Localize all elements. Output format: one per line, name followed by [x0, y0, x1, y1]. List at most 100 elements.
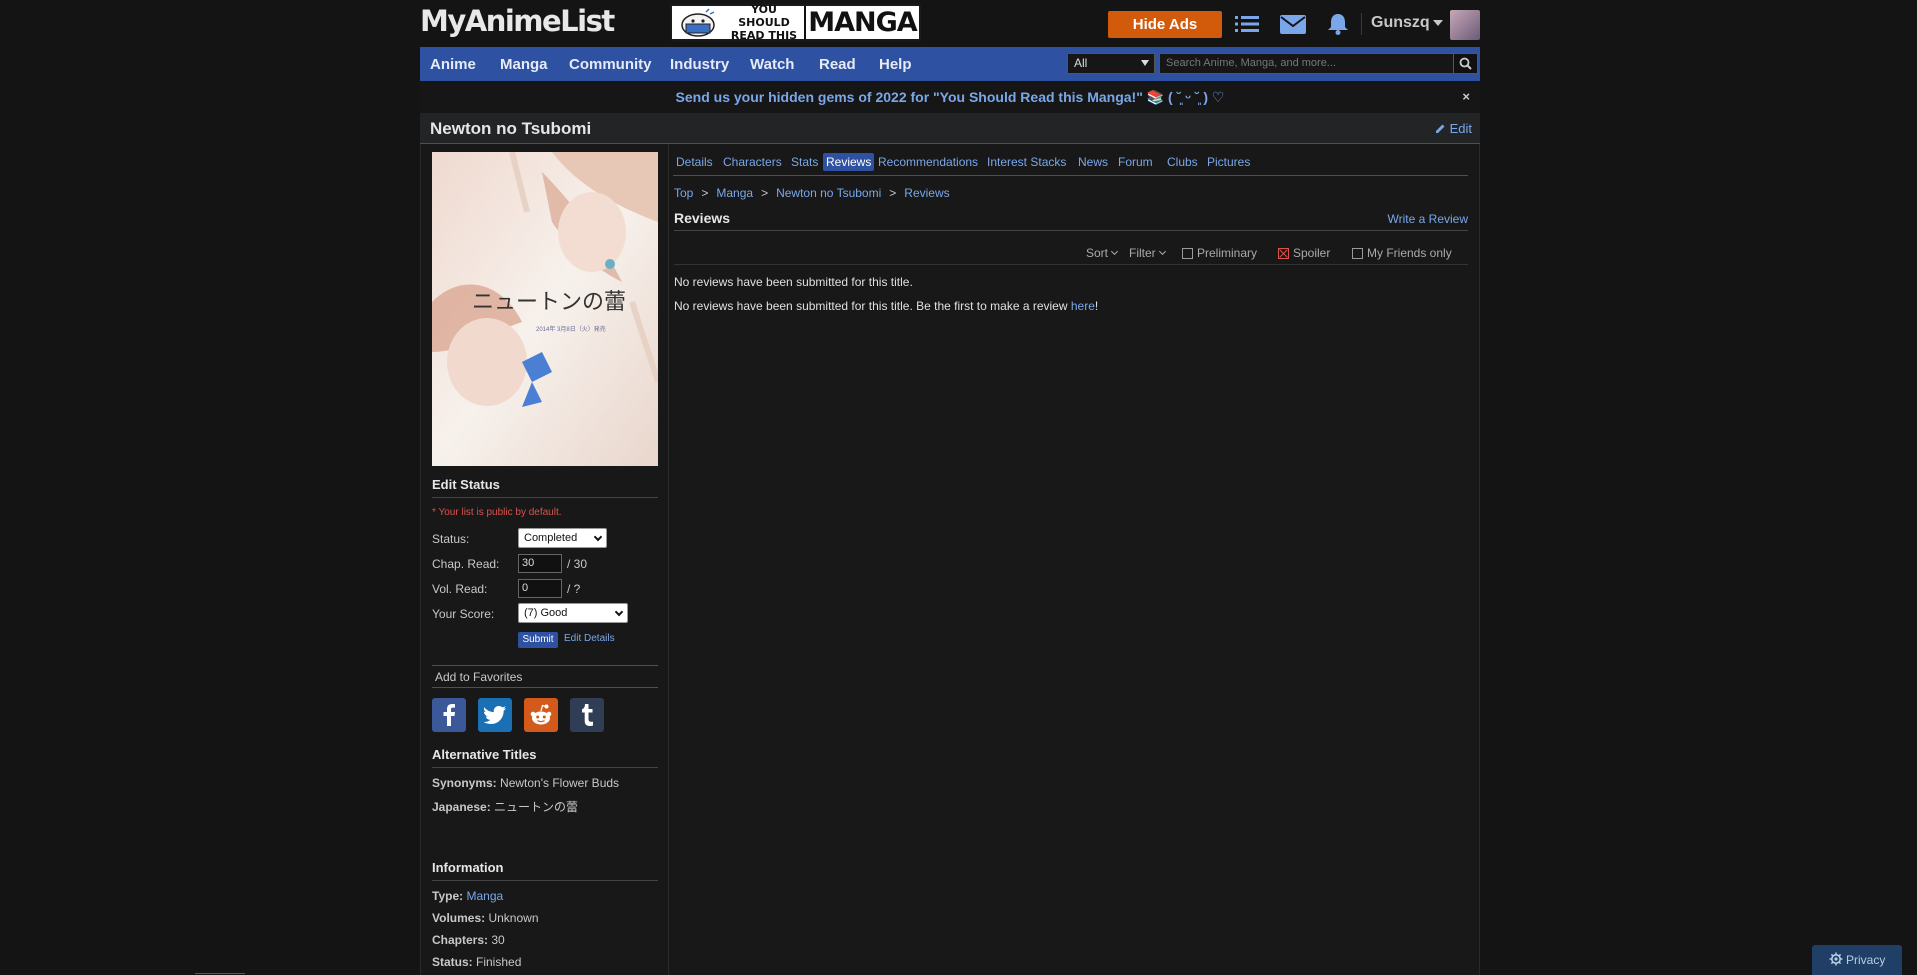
chapters-input[interactable]: 30: [518, 554, 562, 573]
search-input[interactable]: Search Anime, Manga, and more...: [1159, 53, 1455, 74]
spoiler-label: Spoiler: [1293, 246, 1331, 260]
notification-bell-icon[interactable]: [1324, 11, 1352, 37]
nav-read[interactable]: Read: [819, 56, 856, 73]
type-row: Type: Manga: [432, 889, 658, 903]
search-button[interactable]: [1453, 53, 1478, 74]
site-header: MyAnimeList YOU SHOULD READ THIS MANGA H…: [420, 0, 1480, 47]
edit-details-link[interactable]: Edit Details: [564, 633, 615, 644]
filter-dropdown[interactable]: Filter: [1129, 246, 1166, 260]
score-select[interactable]: (7) Good: [518, 603, 628, 623]
reviews-heading: Reviews: [674, 210, 731, 226]
publishing-status-label: Status:: [432, 955, 473, 969]
announcement-link[interactable]: Send us your hidden gems of 2022 for "Yo…: [676, 89, 1225, 105]
left-sidebar: ニュートンの蕾 2014年 3月8日（火）発売 Edit Status * Yo…: [432, 152, 658, 969]
cover-image[interactable]: ニュートンの蕾 2014年 3月8日（火）発売: [432, 152, 658, 466]
tab-forum[interactable]: Forum: [1115, 153, 1156, 171]
alternative-titles-heading: Alternative Titles: [432, 747, 658, 768]
bottom-divider: [195, 973, 245, 974]
checkbox-unchecked: [1352, 248, 1363, 259]
title-bar: Newton no Tsubomi Edit: [420, 113, 1480, 144]
facebook-icon[interactable]: [432, 698, 466, 732]
add-to-favorites-link[interactable]: Add to Favorites: [432, 665, 658, 688]
pencil-icon: [1435, 124, 1445, 133]
tab-characters[interactable]: Characters: [720, 153, 785, 171]
my-friends-only-label: My Friends only: [1367, 246, 1452, 260]
chevron-down-icon: [1110, 247, 1119, 256]
tab-stats[interactable]: Stats: [788, 153, 821, 171]
nav-community[interactable]: Community: [569, 56, 652, 73]
chevron-down-icon: [1158, 247, 1166, 256]
review-filter-bar: Sort Filter Preliminary Spoiler My Frien…: [674, 239, 1468, 265]
breadcrumb-manga[interactable]: Manga: [716, 186, 753, 200]
breadcrumb-top[interactable]: Top: [674, 186, 693, 200]
tab-details[interactable]: Details: [673, 153, 716, 171]
breadcrumb-reviews[interactable]: Reviews: [904, 186, 949, 200]
banner-small-text: YOU SHOULD READ THIS: [730, 3, 798, 42]
banner-big-text: MANGA: [804, 6, 919, 39]
submit-row: Submit Edit Details: [432, 627, 658, 649]
privacy-button[interactable]: Privacy: [1812, 945, 1902, 975]
mail-icon[interactable]: [1279, 11, 1307, 37]
japanese-label: Japanese:: [432, 800, 491, 814]
nav-industry[interactable]: Industry: [670, 56, 729, 73]
tab-recommendations[interactable]: Recommendations: [875, 153, 981, 171]
chapters-label: Chap. Read:: [432, 557, 500, 571]
no-reviews-cta-end: !: [1094, 299, 1099, 313]
score-select-value: (7) Good: [524, 607, 568, 619]
sort-dropdown[interactable]: Sort: [1086, 246, 1119, 260]
search-scope-value: All: [1074, 56, 1088, 70]
tab-interest-stacks[interactable]: Interest Stacks: [984, 153, 1069, 171]
japanese-value: ニュートンの蕾: [494, 800, 579, 814]
chevron-down-icon: [1432, 19, 1443, 26]
edit-status-heading: Edit Status: [432, 477, 658, 498]
header-divider: [1361, 13, 1362, 35]
hide-ads-button[interactable]: Hide Ads: [1108, 11, 1222, 38]
list-icon[interactable]: [1233, 11, 1261, 37]
breadcrumb: Top > Manga > Newton no Tsubomi > Reviews: [674, 186, 950, 200]
close-icon[interactable]: ×: [1462, 81, 1470, 113]
tab-clubs[interactable]: Clubs: [1164, 153, 1201, 171]
ad-banner[interactable]: YOU SHOULD READ THIS MANGA: [670, 3, 921, 42]
status-select[interactable]: Completed: [518, 528, 607, 548]
breadcrumb-separator: >: [761, 186, 769, 200]
score-row: Your Score: (7) Good: [432, 601, 658, 627]
volumes-info-label: Volumes:: [432, 911, 486, 925]
score-label: Your Score:: [432, 607, 495, 621]
type-link[interactable]: Manga: [466, 889, 503, 903]
twitter-icon[interactable]: [478, 698, 512, 732]
no-reviews-cta: No reviews have been submitted for this …: [674, 299, 1098, 313]
search-scope-select[interactable]: All: [1067, 53, 1155, 74]
volumes-label: Vol. Read:: [432, 582, 488, 596]
my-friends-only-checkbox[interactable]: My Friends only: [1352, 246, 1452, 260]
volumes-info-row: Volumes: Unknown: [432, 911, 658, 925]
status-label: Status:: [432, 532, 470, 546]
reddit-icon[interactable]: [524, 698, 558, 732]
cover-title-text: ニュートンの蕾: [472, 290, 627, 315]
tab-pictures[interactable]: Pictures: [1204, 153, 1253, 171]
tab-news[interactable]: News: [1075, 153, 1111, 171]
sort-label: Sort: [1086, 246, 1109, 260]
tab-divider: [673, 175, 1468, 176]
make-review-here-link[interactable]: here: [1071, 299, 1095, 313]
spoiler-checkbox[interactable]: Spoiler: [1278, 246, 1330, 260]
checkbox-unchecked: [1182, 248, 1193, 259]
avatar[interactable]: [1450, 10, 1480, 40]
nav-help[interactable]: Help: [879, 56, 912, 73]
breadcrumb-title[interactable]: Newton no Tsubomi: [776, 186, 881, 200]
preliminary-checkbox[interactable]: Preliminary: [1182, 246, 1257, 260]
nav-anime[interactable]: Anime: [430, 56, 476, 73]
tumblr-icon[interactable]: [570, 698, 604, 732]
nav-watch[interactable]: Watch: [750, 56, 794, 73]
tab-reviews[interactable]: Reviews: [823, 153, 875, 171]
write-review-link[interactable]: Write a Review: [1388, 212, 1468, 226]
publishing-status-row: Status: Finished: [432, 955, 658, 969]
volumes-input[interactable]: 0: [518, 579, 562, 598]
site-logo[interactable]: MyAnimeList: [420, 4, 615, 38]
chapters-row: Chap. Read: 30 / 30: [432, 551, 658, 576]
information-heading: Information: [432, 860, 658, 881]
chevron-down-icon: [614, 607, 624, 617]
user-menu[interactable]: Gunszq: [1371, 14, 1443, 32]
edit-link[interactable]: Edit: [1435, 121, 1472, 136]
submit-button[interactable]: Submit: [518, 632, 558, 648]
nav-manga[interactable]: Manga: [500, 56, 548, 73]
